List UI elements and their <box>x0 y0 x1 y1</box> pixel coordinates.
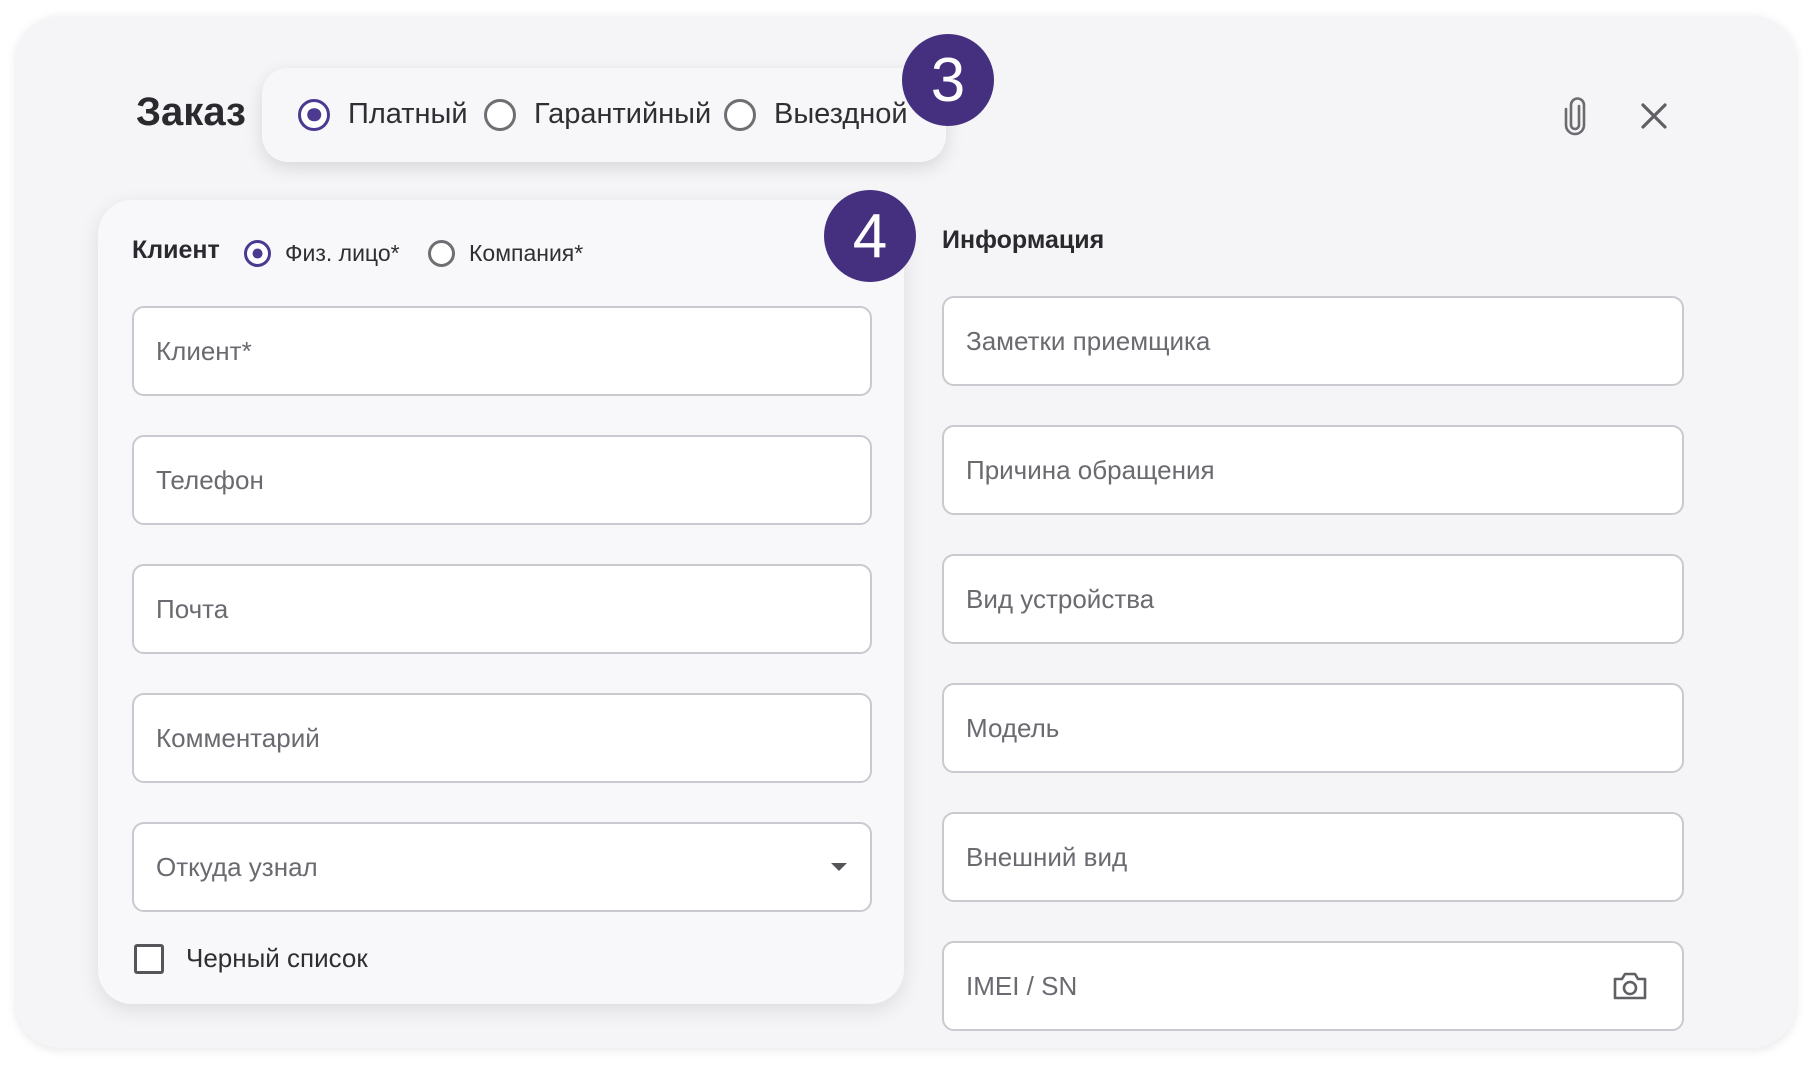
phone-field[interactable]: Телефон <box>132 435 872 525</box>
order-type-warranty[interactable]: Гарантийный <box>484 98 711 131</box>
referral-source-select[interactable]: Откуда узнал <box>132 822 872 912</box>
camera-icon[interactable] <box>1612 971 1648 1001</box>
appearance-placeholder: Внешний вид <box>966 841 1128 872</box>
phone-placeholder: Телефон <box>156 464 264 495</box>
receiver-notes-placeholder: Заметки приемщика <box>966 325 1211 356</box>
order-type-warranty-label: Гарантийный <box>534 98 712 130</box>
device-type-placeholder: Вид устройства <box>966 583 1155 614</box>
order-type-onsite[interactable]: Выездной <box>724 98 908 131</box>
model-placeholder: Модель <box>966 712 1060 743</box>
client-type-person[interactable]: Физ. лицо* <box>244 240 400 267</box>
imei-sn-placeholder: IMEI / SN <box>966 970 1078 1001</box>
order-type-group: Платный Гарантийный Выездной <box>262 68 946 162</box>
email-placeholder: Почта <box>156 593 229 624</box>
order-type-paid[interactable]: Платный <box>298 98 468 131</box>
blacklist-row[interactable]: Черный список <box>134 943 368 974</box>
comment-placeholder: Комментарий <box>156 722 320 753</box>
receiver-notes-field[interactable]: Заметки приемщика <box>942 296 1684 386</box>
blacklist-checkbox[interactable] <box>134 943 164 974</box>
close-icon[interactable] <box>1634 96 1674 136</box>
device-type-field[interactable]: Вид устройства <box>942 554 1684 644</box>
radio-company[interactable] <box>428 240 455 267</box>
client-type-person-label: Физ. лицо* <box>285 240 400 266</box>
comment-field[interactable]: Комментарий <box>132 693 872 783</box>
step-badge-4: 4 <box>824 190 916 282</box>
chevron-down-icon[interactable] <box>830 862 848 872</box>
order-type-onsite-label: Выездной <box>774 98 908 130</box>
paperclip-icon[interactable] <box>1556 94 1594 140</box>
request-reason-placeholder: Причина обращения <box>966 454 1215 485</box>
client-name-placeholder: Клиент* <box>156 335 252 366</box>
info-heading: Информация <box>942 226 1105 254</box>
step-badge-3: 3 <box>902 34 994 126</box>
model-field[interactable]: Модель <box>942 683 1684 773</box>
request-reason-field[interactable]: Причина обращения <box>942 425 1684 515</box>
client-heading: Клиент <box>132 236 220 264</box>
client-name-field[interactable]: Клиент* <box>132 306 872 396</box>
radio-warranty[interactable] <box>484 98 516 131</box>
client-type-company[interactable]: Компания* <box>428 240 583 267</box>
dialog-title: Заказ <box>136 90 246 134</box>
imei-sn-field[interactable]: IMEI / SN <box>942 941 1684 1031</box>
radio-paid[interactable] <box>298 98 330 131</box>
email-field[interactable]: Почта <box>132 564 872 654</box>
referral-source-placeholder: Откуда узнал <box>156 851 318 882</box>
radio-onsite[interactable] <box>724 98 756 131</box>
radio-person[interactable] <box>244 240 271 267</box>
client-card: Клиент Физ. лицо* Компания* Клиент* Теле… <box>98 200 904 1004</box>
client-type-company-label: Компания* <box>469 240 584 266</box>
blacklist-label: Черный список <box>186 943 368 973</box>
order-type-paid-label: Платный <box>348 98 468 130</box>
appearance-field[interactable]: Внешний вид <box>942 812 1684 902</box>
